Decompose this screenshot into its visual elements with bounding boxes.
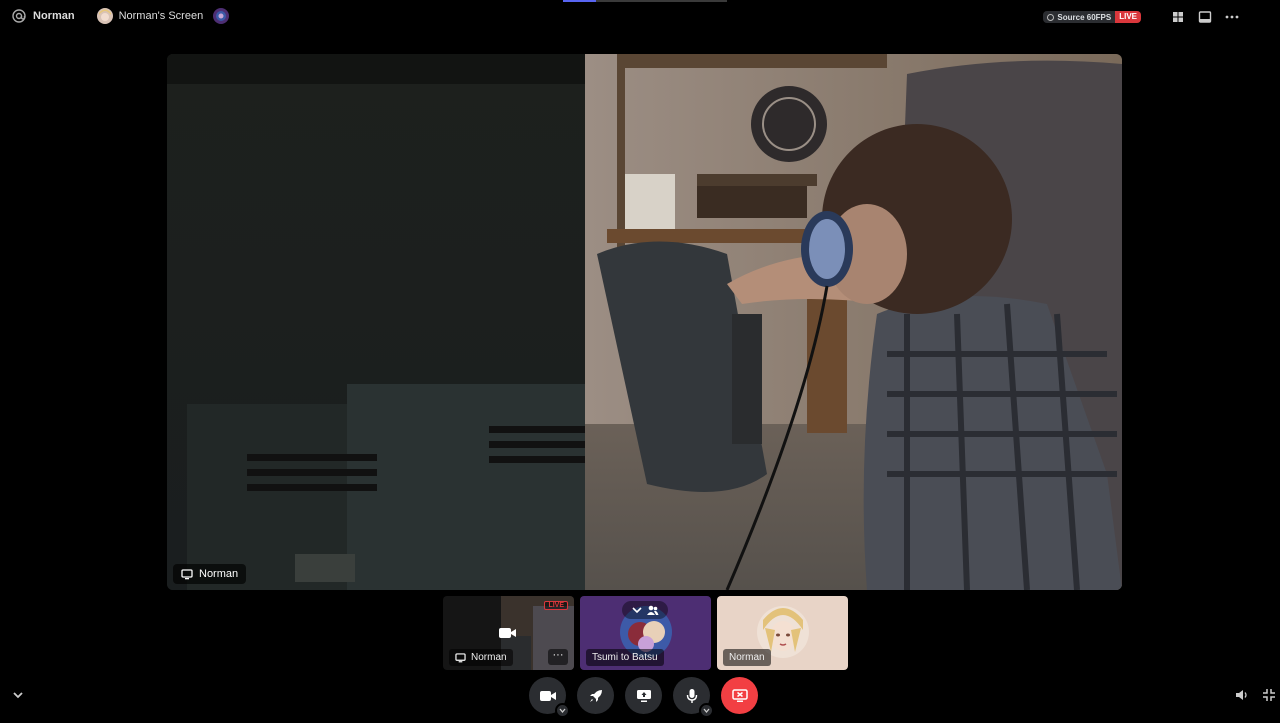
stream-owner-label: Norman — [173, 564, 247, 584]
stop-stream-icon — [731, 688, 748, 702]
broadcast-icon — [1047, 13, 1055, 21]
thumbnail-tsumi-to-batsu[interactable]: Tsumi to Batsu — [580, 596, 711, 670]
activity-button[interactable] — [577, 677, 614, 714]
main-stream-view[interactable]: Norman — [167, 54, 1122, 590]
group-icon — [646, 605, 658, 615]
thumbnail-more-button[interactable]: ··· — [548, 649, 568, 665]
volume-icon[interactable] — [1235, 688, 1249, 702]
at-icon — [12, 9, 26, 23]
stream-quality-badge[interactable]: Source 60FPS — [1043, 11, 1116, 23]
thumbnail-name: Tsumi to Batsu — [592, 652, 658, 663]
thumbnail-stream-norman[interactable]: LIVE Norman ··· — [443, 596, 574, 670]
monitor-icon — [455, 652, 466, 662]
thumbnail-group-controls[interactable] — [622, 601, 668, 619]
top-bar: Norman Norman's Screen Source 60FPS LIVE — [0, 0, 1280, 32]
stream-owner-name: Norman — [199, 568, 239, 580]
chevron-down-icon — [559, 708, 566, 713]
grid-layout-icon[interactable] — [1170, 9, 1186, 25]
more-icon[interactable] — [1224, 9, 1240, 25]
monitor-icon — [181, 568, 193, 579]
stream-progress-fill — [563, 0, 596, 2]
thumbnail-label: Norman — [723, 649, 771, 666]
exit-fullscreen-icon[interactable] — [1262, 688, 1276, 702]
user-name[interactable]: Norman — [33, 10, 75, 22]
thumbnail-label: Norman — [449, 649, 513, 666]
popout-icon[interactable] — [1197, 9, 1213, 25]
stream-video-frame — [167, 54, 1122, 590]
top-bar-left: Norman Norman's Screen — [11, 7, 235, 25]
thumbnail-live-badge: LIVE — [544, 601, 568, 610]
chevron-down-icon — [703, 708, 710, 713]
share-screen-button[interactable] — [625, 677, 662, 714]
camera-icon — [499, 628, 516, 638]
screen-share-icon — [636, 689, 651, 702]
microphone-options-button[interactable] — [699, 703, 714, 718]
live-badge: LIVE — [1115, 11, 1141, 23]
camera-button[interactable] — [529, 677, 570, 718]
thumbnail-label: Tsumi to Batsu — [586, 649, 664, 666]
stop-stream-button[interactable] — [721, 677, 758, 714]
chevron-down-icon — [631, 607, 642, 614]
screen-title: Norman's Screen — [118, 10, 204, 22]
microphone-button[interactable] — [673, 677, 714, 718]
microphone-icon — [686, 688, 697, 703]
stream-progress — [563, 0, 727, 2]
user-avatar — [96, 8, 113, 24]
call-controls — [529, 677, 758, 718]
camera-icon — [539, 690, 556, 701]
thumbnail-name: Norman — [471, 652, 507, 663]
chevron-down-icon[interactable] — [11, 688, 25, 702]
thumbnail-name: Norman — [729, 652, 765, 663]
top-bar-right: Source 60FPS LIVE — [1043, 9, 1240, 25]
rocket-icon — [589, 689, 602, 702]
thumbnail-norman-avatar[interactable]: Norman — [717, 596, 848, 670]
stream-quality-label: Source 60FPS — [1057, 12, 1112, 22]
participant-strip: LIVE Norman ··· Tsumi to Batsu Norman — [443, 596, 848, 670]
camera-options-button[interactable] — [555, 703, 570, 718]
viewer-avatar[interactable] — [213, 8, 230, 24]
